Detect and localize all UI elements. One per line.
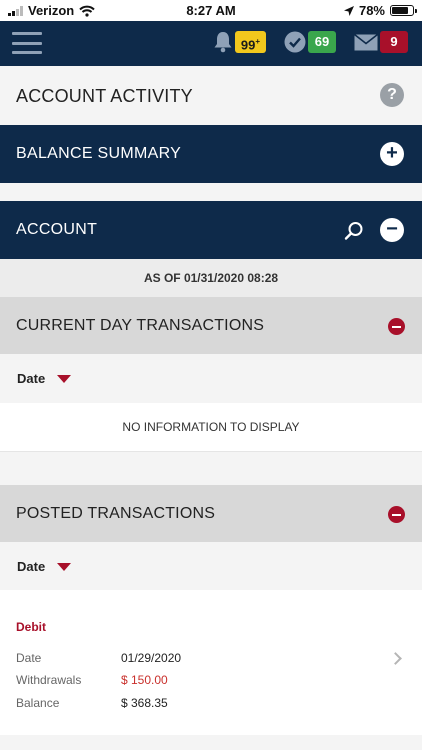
account-header[interactable]: ACCOUNT −: [0, 201, 422, 259]
battery-percent: 78%: [358, 3, 385, 18]
withdrawals-amount: $ 150.00: [121, 673, 168, 687]
bell-icon: [214, 32, 232, 53]
collapse-minus-icon[interactable]: [388, 318, 405, 335]
status-right: 78%: [343, 3, 417, 18]
bottom-band: [0, 735, 422, 750]
current-day-transactions-title: CURRENT DAY TRANSACTIONS: [16, 317, 265, 334]
chevron-right-icon[interactable]: [389, 652, 402, 665]
envelope-icon: [354, 33, 378, 50]
approvals-button[interactable]: 69: [284, 31, 336, 53]
posted-transactions-header[interactable]: POSTED TRANSACTIONS: [0, 485, 422, 543]
caret-down-icon[interactable]: [57, 375, 71, 383]
battery-icon: [390, 5, 417, 16]
section-gap: [0, 452, 422, 485]
question-circle-icon[interactable]: ?: [380, 83, 404, 107]
minus-circle-icon[interactable]: −: [380, 218, 404, 242]
transaction-row[interactable]: Debit Date 01/29/2020 Withdrawals $ 150.…: [0, 590, 422, 735]
collapse-minus-icon[interactable]: [388, 506, 405, 523]
account-label: ACCOUNT: [16, 221, 98, 238]
header-icons: 99+ 69 9: [195, 31, 408, 53]
current-day-transactions-header[interactable]: CURRENT DAY TRANSACTIONS: [0, 297, 422, 355]
section-gap: [0, 183, 422, 201]
transaction-type: Debit: [16, 620, 46, 634]
date-label: Date: [16, 651, 42, 665]
balance-summary-header[interactable]: BALANCE SUMMARY +: [0, 125, 422, 183]
posted-transactions-title: POSTED TRANSACTIONS: [16, 505, 216, 522]
balance-summary-label: BALANCE SUMMARY: [16, 145, 182, 162]
plus-circle-icon[interactable]: +: [380, 142, 404, 166]
app-header: 99+ 69 9: [0, 21, 422, 66]
withdrawals-label: Withdrawals: [16, 673, 82, 687]
transaction-date: 01/29/2020: [121, 651, 182, 665]
balance-amount: $ 368.35: [121, 696, 168, 710]
notifications-badge: 99+: [234, 31, 266, 53]
messages-badge: 9: [380, 31, 408, 53]
page-title-bar: ACCOUNT ACTIVITY ?: [0, 66, 422, 125]
caret-down-icon[interactable]: [57, 563, 71, 571]
search-icon[interactable]: [344, 221, 364, 241]
current-day-sort-row[interactable]: Date: [0, 354, 422, 403]
messages-button[interactable]: 9: [354, 31, 408, 53]
notifications-button[interactable]: 99+: [213, 31, 266, 53]
status-bar: Verizon 8:27 AM 78%: [0, 0, 422, 21]
sort-label: Date: [17, 371, 46, 386]
empty-state-message: NO INFORMATION TO DISPLAY: [0, 403, 422, 452]
as-of-timestamp: AS OF 01/31/2020 08:28: [0, 259, 422, 297]
check-circle-icon: [284, 31, 306, 53]
location-arrow-icon: [343, 5, 354, 16]
page-title: ACCOUNT ACTIVITY: [16, 86, 193, 106]
posted-sort-row[interactable]: Date: [0, 542, 422, 591]
menu-icon[interactable]: [12, 32, 42, 54]
sort-label: Date: [17, 559, 46, 574]
approvals-badge: 69: [308, 31, 336, 53]
balance-label: Balance: [16, 696, 60, 710]
